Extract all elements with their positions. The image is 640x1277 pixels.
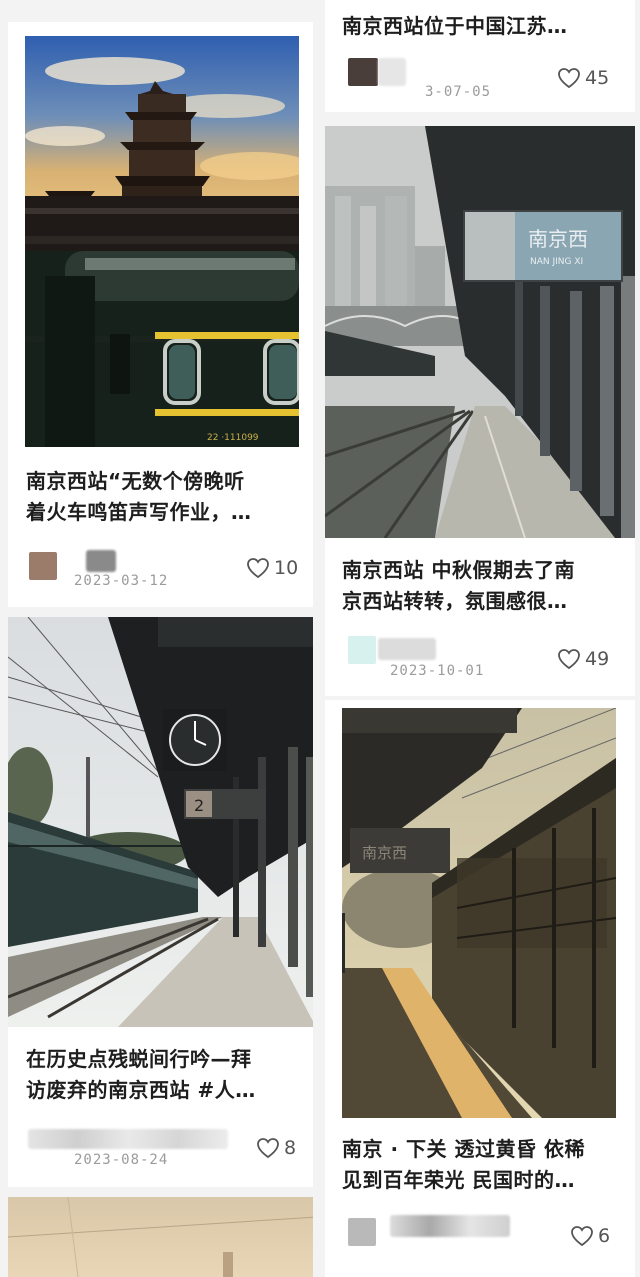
note-title-line: 在历史点残蜕间行吟—拜	[26, 1047, 252, 1071]
author-name-blurred[interactable]	[390, 1215, 510, 1237]
author-name-blurred[interactable]	[378, 58, 406, 86]
sunset-platform-photo	[8, 1197, 313, 1277]
note-title-line: 着火车鸣笛声写作业，…	[26, 500, 252, 524]
note-card-left-2[interactable]: 2 在历史点残蜕间行吟—拜 访废弃的南京西站 #人… 2023-08-24 8	[8, 617, 313, 1187]
like-button[interactable]: 10	[246, 557, 298, 579]
post-date: 3-07-05	[425, 84, 492, 100]
heart-outline-icon	[558, 68, 580, 89]
heart-outline-icon	[247, 558, 269, 579]
note-cover-image[interactable]	[8, 1197, 313, 1277]
avatar[interactable]	[348, 1218, 376, 1246]
like-count: 10	[274, 557, 299, 579]
note-meta: 2023-10-01 49	[342, 636, 627, 679]
note-title-line: 京西站转转，氛围感很…	[342, 589, 568, 613]
like-count: 8	[284, 1137, 297, 1159]
avatar[interactable]	[348, 58, 378, 86]
author-name-blurred[interactable]	[28, 1129, 228, 1149]
note-card-left-3[interactable]	[8, 1197, 313, 1277]
note-title[interactable]: 南京西站位于中国江苏…	[342, 11, 627, 42]
note-title-line: 南京 · 下关 透过黄昏 依稀	[342, 1137, 585, 1161]
note-cover-image[interactable]: 南京西 NAN JING XI	[325, 126, 635, 538]
note-title[interactable]: 南京西站 中秋假期去了南 京西站转转，氛围感很…	[342, 555, 627, 617]
train-number-text: 22 ·111099	[207, 433, 259, 443]
note-card-left-1[interactable]: 22 ·111099 南京西站“无数个傍晚听 着火车鸣笛声写作业，… 2023-…	[8, 22, 313, 607]
avatar[interactable]	[29, 552, 57, 580]
note-cover-image[interactable]: 南京西	[342, 708, 616, 1118]
station-sign-pinyin: NAN JING XI	[530, 257, 583, 267]
note-meta: 2023-03-12 10	[26, 550, 306, 592]
note-title[interactable]: 南京 · 下关 透过黄昏 依稀 见到百年荣光 民国时的…	[342, 1134, 627, 1196]
note-cover-image[interactable]: 2	[8, 617, 313, 1027]
note-title[interactable]: 在历史点残蜕间行吟—拜 访废弃的南京西站 #人…	[26, 1044, 301, 1106]
dusk-train-platform-photo: 南京西	[342, 708, 616, 1118]
post-date: 2023-10-01	[390, 663, 485, 679]
note-meta: 3-07-05 45	[342, 57, 627, 100]
heart-outline-icon	[571, 1226, 593, 1247]
note-title-line: 见到百年荣光 民国时的…	[342, 1168, 575, 1192]
note-title-line: 南京西站位于中国江苏…	[342, 14, 568, 38]
like-button[interactable]: 49	[557, 648, 609, 670]
like-count: 45	[585, 67, 610, 89]
note-meta: 6	[342, 1215, 627, 1255]
post-date: 2023-03-12	[74, 573, 169, 589]
post-date: 2023-08-24	[74, 1152, 169, 1168]
abandoned-platform-photo: 2	[8, 617, 313, 1027]
note-title[interactable]: 南京西站“无数个傍晚听 着火车鸣笛声写作业，…	[26, 466, 296, 528]
note-card-right-3[interactable]: 南京西 南京 · 下关 透过黄昏 依稀 见到百年荣光 民国时的… 6	[325, 700, 635, 1277]
author-name-blurred[interactable]	[378, 638, 436, 660]
note-title-line: 南京西站 中秋假期去了南	[342, 558, 575, 582]
note-title-line: 访废弃的南京西站 #人…	[26, 1078, 256, 1102]
like-button[interactable]: 6	[570, 1225, 610, 1247]
note-card-right-2[interactable]: 南京西 NAN JING XI 南京西站 中秋假期去了南 京西站转转，氛围感很……	[325, 126, 635, 696]
like-button[interactable]: 45	[557, 67, 609, 89]
nanjing-west-platform-photo: 南京西 NAN JING XI	[325, 126, 635, 538]
station-pagoda-train-photo: 22 ·111099	[25, 36, 299, 447]
heart-outline-icon	[558, 649, 580, 670]
heart-outline-icon	[257, 1138, 279, 1159]
like-count: 6	[598, 1225, 611, 1247]
author-name-blurred[interactable]	[86, 550, 116, 572]
note-meta: 2023-08-24 8	[26, 1129, 311, 1169]
note-cover-image[interactable]: 22 ·111099	[25, 36, 299, 447]
platform-number: 2	[194, 796, 204, 815]
avatar[interactable]	[348, 636, 376, 664]
station-sign-text: 南京西	[362, 844, 407, 862]
like-button[interactable]: 8	[256, 1137, 296, 1159]
note-title-line: 南京西站“无数个傍晚听	[26, 469, 245, 493]
like-count: 49	[585, 648, 610, 670]
note-card-right-1[interactable]: 南京西站位于中国江苏… 3-07-05 45	[325, 0, 635, 112]
station-sign-text: 南京西	[528, 227, 588, 251]
